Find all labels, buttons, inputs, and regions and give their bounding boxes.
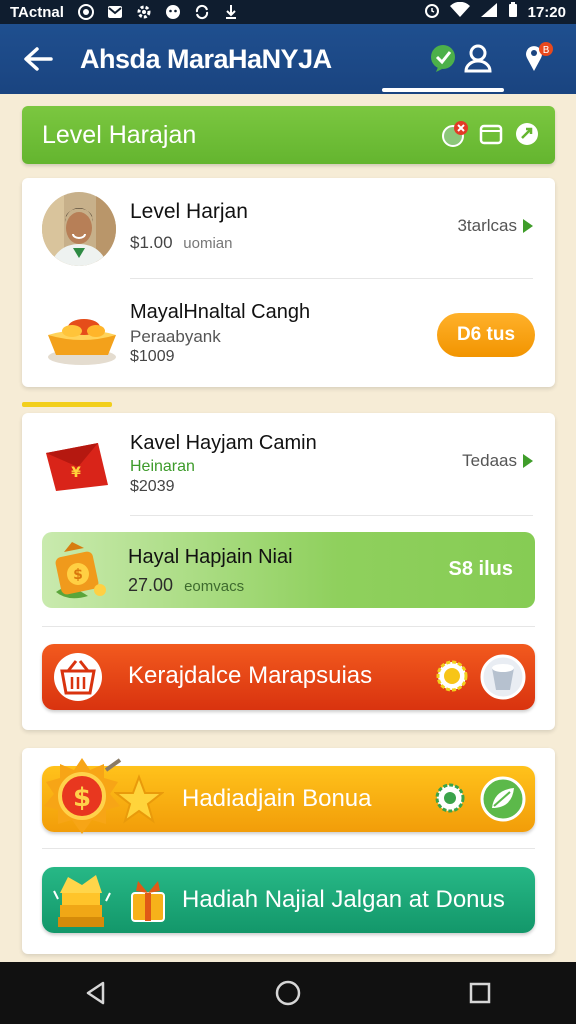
divider <box>42 626 535 627</box>
gold-bars-icon <box>53 875 111 927</box>
pin-alert-icon: B <box>526 42 553 71</box>
arrow-left-icon <box>24 47 53 71</box>
sun-badge-icon <box>436 660 468 692</box>
svg-text:¥: ¥ <box>71 465 81 481</box>
square-recents-icon <box>469 982 491 1004</box>
item-title: Level Harjan <box>130 200 248 223</box>
treasure-box-icon <box>48 319 116 365</box>
app-bar: Ahsda MaraHaNYJA B <box>0 24 576 94</box>
shopping-basket-icon <box>54 653 102 701</box>
section-accent <box>22 402 112 407</box>
svg-text:$: $ <box>73 567 83 583</box>
marketplace-button[interactable]: Kerajdalce Marapsuias <box>42 644 535 710</box>
active-tab-indicator <box>382 88 504 92</box>
avatar <box>42 192 116 266</box>
leaf-circle-icon[interactable] <box>513 120 541 148</box>
level-card: Level Harjan $1.00 uomian 3tarlcas Mayal… <box>22 178 555 387</box>
item-link-label: Tedaas <box>462 451 517 470</box>
item-price: 27.00 <box>128 575 174 595</box>
divider <box>130 515 533 516</box>
signal-icon <box>480 2 498 22</box>
bonus-button[interactable]: Hadiah Najial Jalgan at Donus <box>42 867 535 933</box>
face-icon <box>165 4 182 21</box>
bonus-row[interactable]: $ Hayal Hapjain Niai 27.00 eomvacs S8 il… <box>42 532 535 608</box>
flower-badge-icon <box>435 783 465 813</box>
level-banner[interactable]: Level Harajan <box>22 106 555 164</box>
verified-badge-icon <box>431 45 455 72</box>
nav-back-button[interactable] <box>66 968 126 1018</box>
gift-box-icon <box>131 881 165 922</box>
item-subtitle: Heinaran <box>130 458 195 475</box>
item-price-note: uomian <box>183 235 233 252</box>
mail-icon <box>107 4 124 21</box>
level-banner-icons <box>441 120 541 148</box>
item-title: Kavel Hayjam Camin <box>130 432 317 454</box>
item-title: MayalHnaltal Cangh <box>130 301 311 323</box>
item-price-note: eomvacs <box>184 578 245 595</box>
divider <box>42 848 535 849</box>
wifi-icon <box>449 1 470 22</box>
nav-home-button[interactable] <box>258 968 318 1018</box>
item-link-label: 3tarlcas <box>457 216 517 235</box>
list-item[interactable]: Level Harjan $1.00 uomian 3tarlcas <box>22 178 555 278</box>
rewards-card: ¥ Kavel Hayjam Camin Heinaran $2039 Teda… <box>22 413 555 730</box>
item-link[interactable]: 3tarlcas <box>457 216 533 236</box>
system-status: 17:20 <box>424 1 566 22</box>
gear-icon <box>136 4 153 21</box>
red-envelope-icon: ¥ <box>46 443 108 491</box>
notification-icons <box>78 4 240 21</box>
item-link[interactable]: Tedaas <box>462 451 533 471</box>
item-price-line: $1.00 uomian <box>130 233 232 253</box>
download-icon <box>223 4 240 21</box>
bonus-button-label: Hadiah Najial Jalgan at Donus <box>182 886 505 913</box>
battery-icon <box>508 2 518 22</box>
money-bag-icon: $ <box>55 542 106 599</box>
item-price: $2039 <box>130 478 175 495</box>
user-icon <box>464 44 492 73</box>
item-price: $1.00 <box>130 233 173 252</box>
coin-medal-icon: $ <box>44 758 122 834</box>
claim-button[interactable]: D6 tus <box>437 313 535 357</box>
svg-text:B: B <box>543 45 550 56</box>
back-button[interactable] <box>20 41 56 77</box>
svg-text:$: $ <box>73 783 91 813</box>
item-title: Hayal Hapjain Niai <box>128 546 293 568</box>
list-item[interactable]: ¥ Kavel Hayjam Camin Heinaran $2039 Teda… <box>22 413 555 515</box>
profile-button[interactable] <box>458 38 498 78</box>
box-icon[interactable] <box>477 120 505 148</box>
system-nav-bar <box>0 962 576 1024</box>
leaf-badge-icon <box>480 776 526 822</box>
level-banner-label: Level Harajan <box>42 120 197 149</box>
clock-time: 17:20 <box>527 3 566 21</box>
marketplace-button-label: Kerajdalce Marapsuias <box>128 662 373 689</box>
ball-badge-icon[interactable] <box>441 120 469 148</box>
nav-recents-button[interactable] <box>450 968 510 1018</box>
chevron-right-icon <box>523 454 533 468</box>
bonus-value: S8 ilus <box>448 558 513 580</box>
circle-home-icon <box>275 980 301 1006</box>
notifications-button[interactable]: B <box>518 38 558 78</box>
chevron-right-icon <box>523 219 533 233</box>
mug-icon <box>480 654 526 700</box>
carrier-label: TActnal <box>10 3 64 21</box>
record-icon <box>78 4 95 21</box>
alarm-icon <box>424 2 440 22</box>
bonus-button-label: Hadiadjain Bonua <box>182 785 372 812</box>
item-price-line: 27.00 eomvacs <box>128 575 244 596</box>
item-price: $1009 <box>130 348 175 365</box>
app-title: Ahsda MaraHaNYJA <box>80 43 332 74</box>
list-item[interactable]: MayalHnaltal Cangh Peraabyank $1009 D6 t… <box>22 279 555 387</box>
sync-icon <box>194 4 211 21</box>
item-subtitle: Peraabyank <box>130 327 221 346</box>
status-bar: TActnal 17:20 <box>0 0 576 24</box>
triangle-back-icon <box>86 981 105 1005</box>
bonus-card: Hadiadjain Bonua $ Hadiah Najial Jalgan … <box>22 748 555 954</box>
